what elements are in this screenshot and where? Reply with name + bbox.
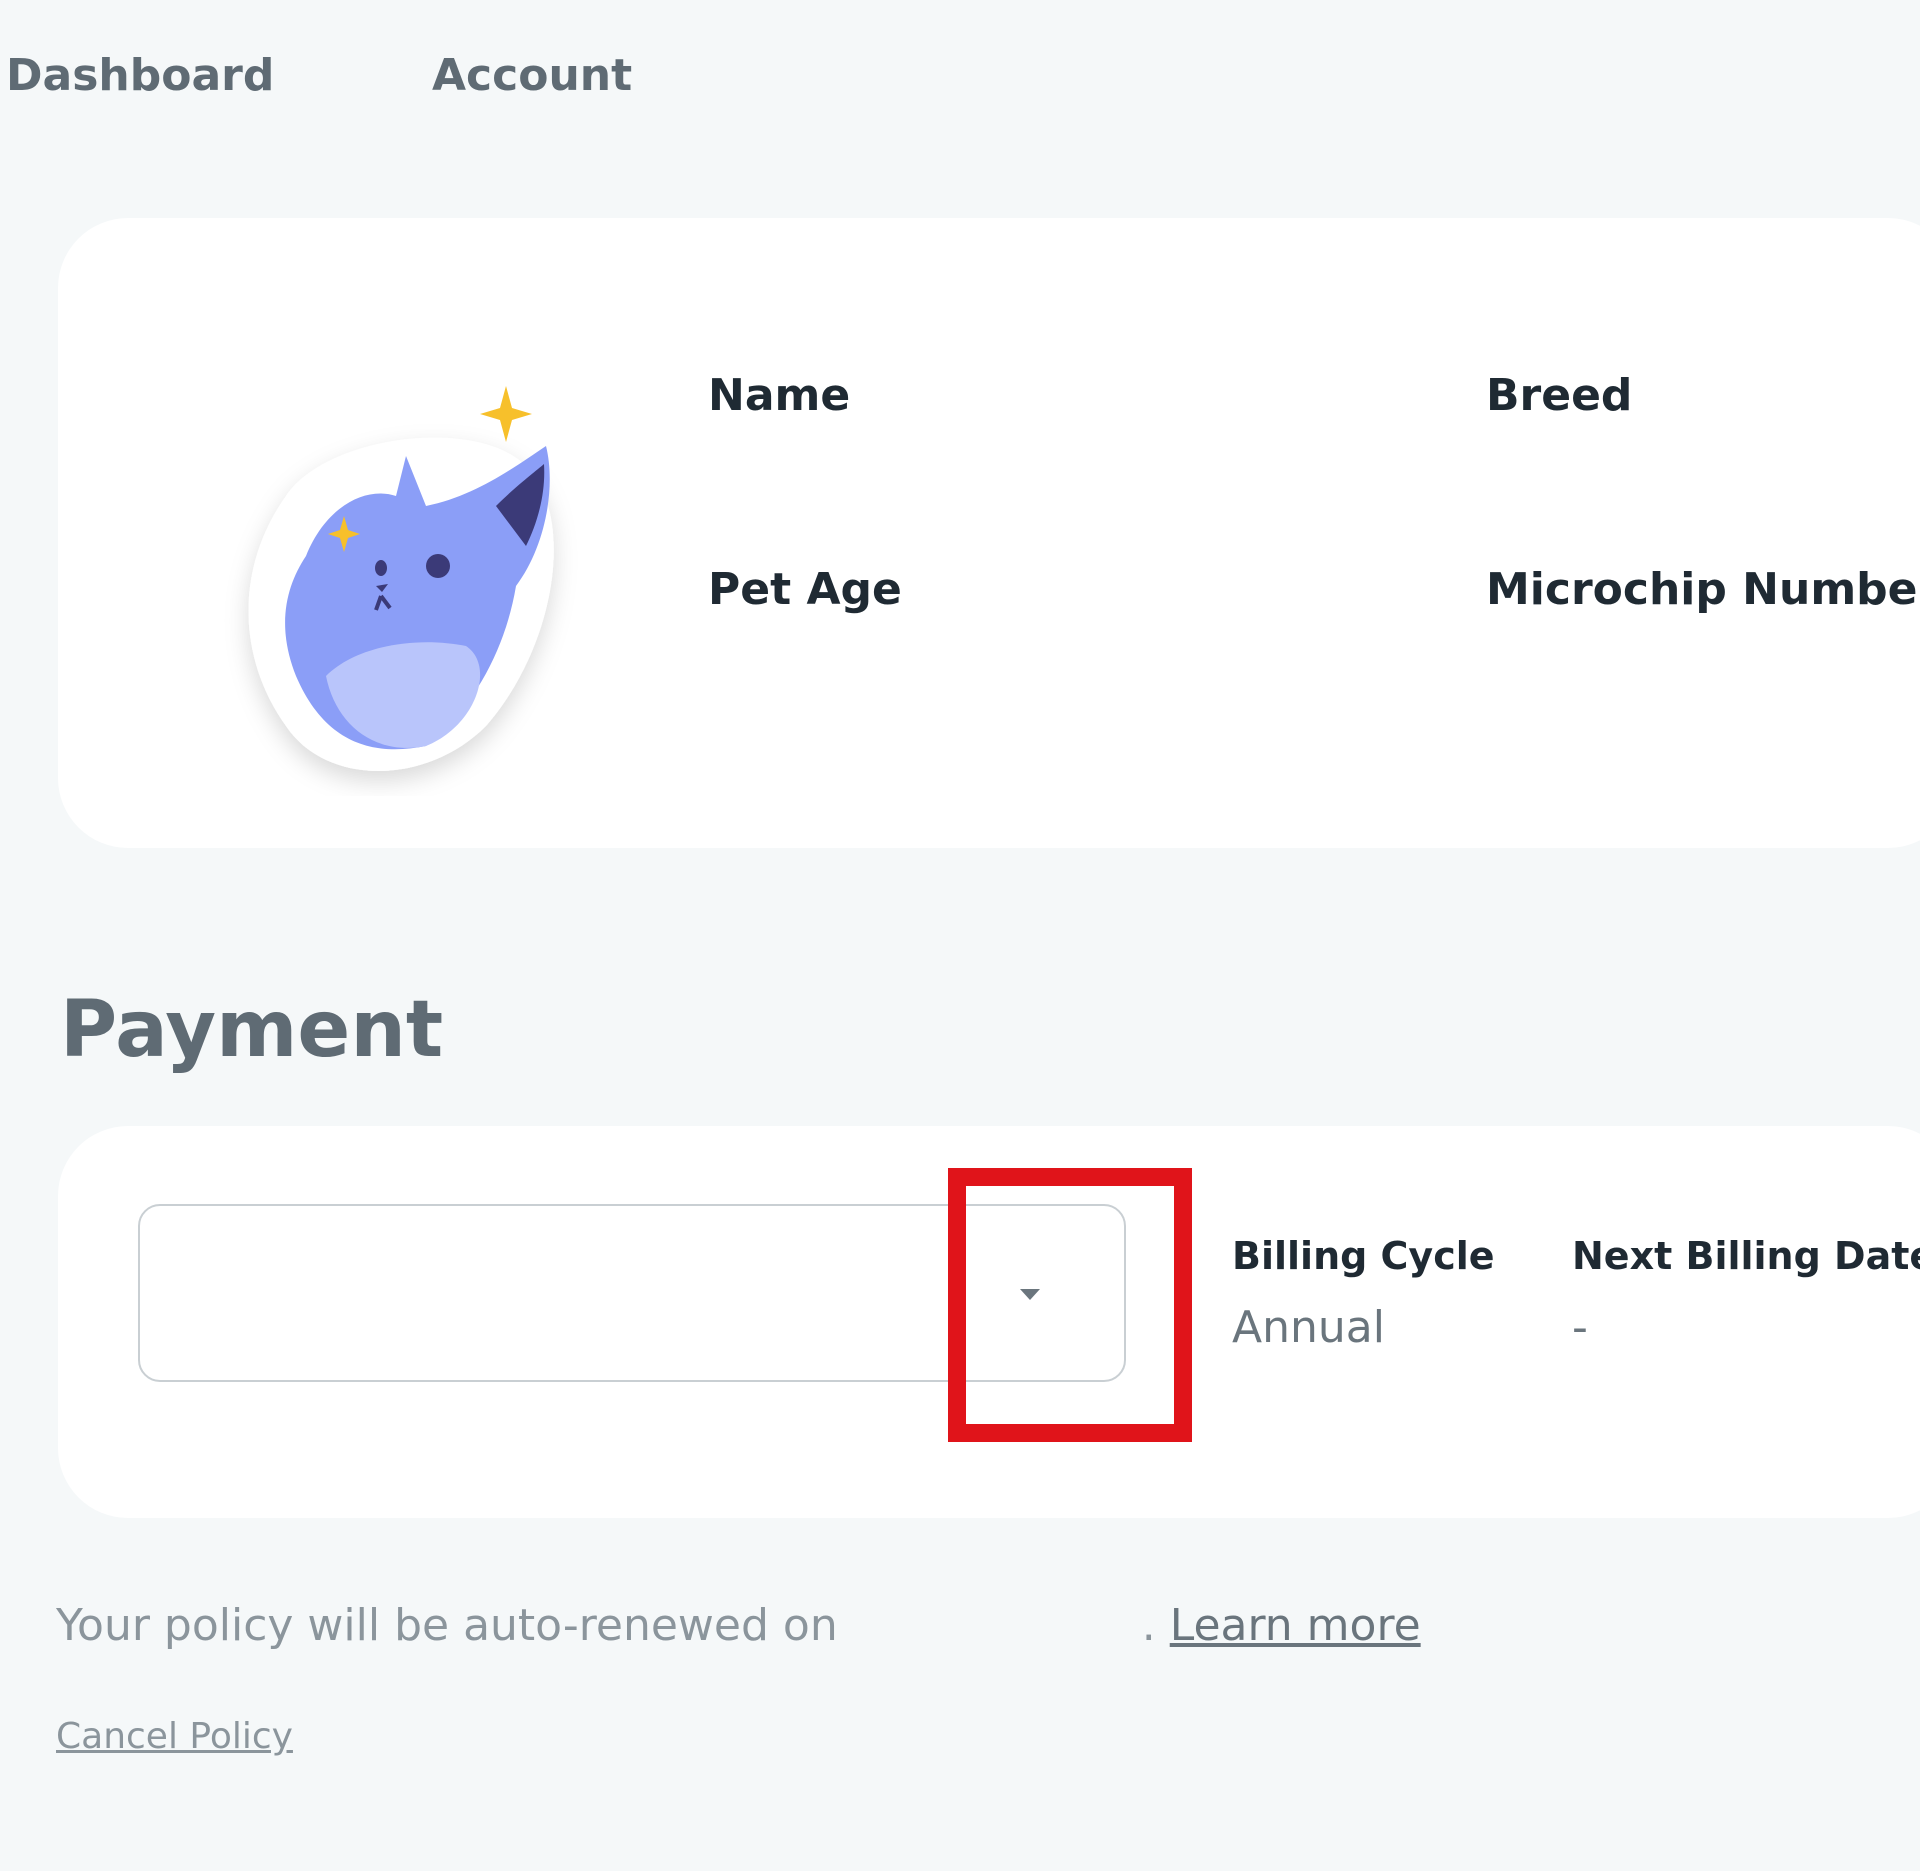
auto-renew-period: . (1141, 1600, 1156, 1651)
billing-cycle-value: Annual (1232, 1302, 1385, 1353)
payment-card: Billing Cycle Annual Next Billing Date - (58, 1126, 1920, 1518)
learn-more-link[interactable]: Learn more (1170, 1600, 1421, 1651)
auto-renew-text: Your policy will be auto-renewed on (56, 1600, 838, 1651)
next-billing-date-label: Next Billing Date (1572, 1234, 1920, 1278)
cat-avatar-icon (248, 386, 554, 771)
pet-age-label: Pet Age (708, 564, 902, 615)
nav-account[interactable]: Account (432, 50, 632, 101)
next-billing-date-value: - (1572, 1302, 1588, 1353)
nav-dashboard[interactable]: Dashboard (6, 50, 274, 101)
billing-cycle-label: Billing Cycle (1232, 1234, 1495, 1278)
auto-renew-notice: Your policy will be auto-renewed on . Le… (56, 1600, 1421, 1651)
payment-title: Payment (60, 985, 444, 1075)
pet-name-label: Name (708, 370, 851, 421)
pet-info-card: Name Breed Pet Age Microchip Number (58, 218, 1920, 848)
highlight-annotation (948, 1168, 1192, 1442)
cancel-policy-link[interactable]: Cancel Policy (56, 1716, 293, 1757)
microchip-number-label: Microchip Number (1486, 564, 1920, 615)
pet-breed-label: Breed (1486, 370, 1633, 421)
